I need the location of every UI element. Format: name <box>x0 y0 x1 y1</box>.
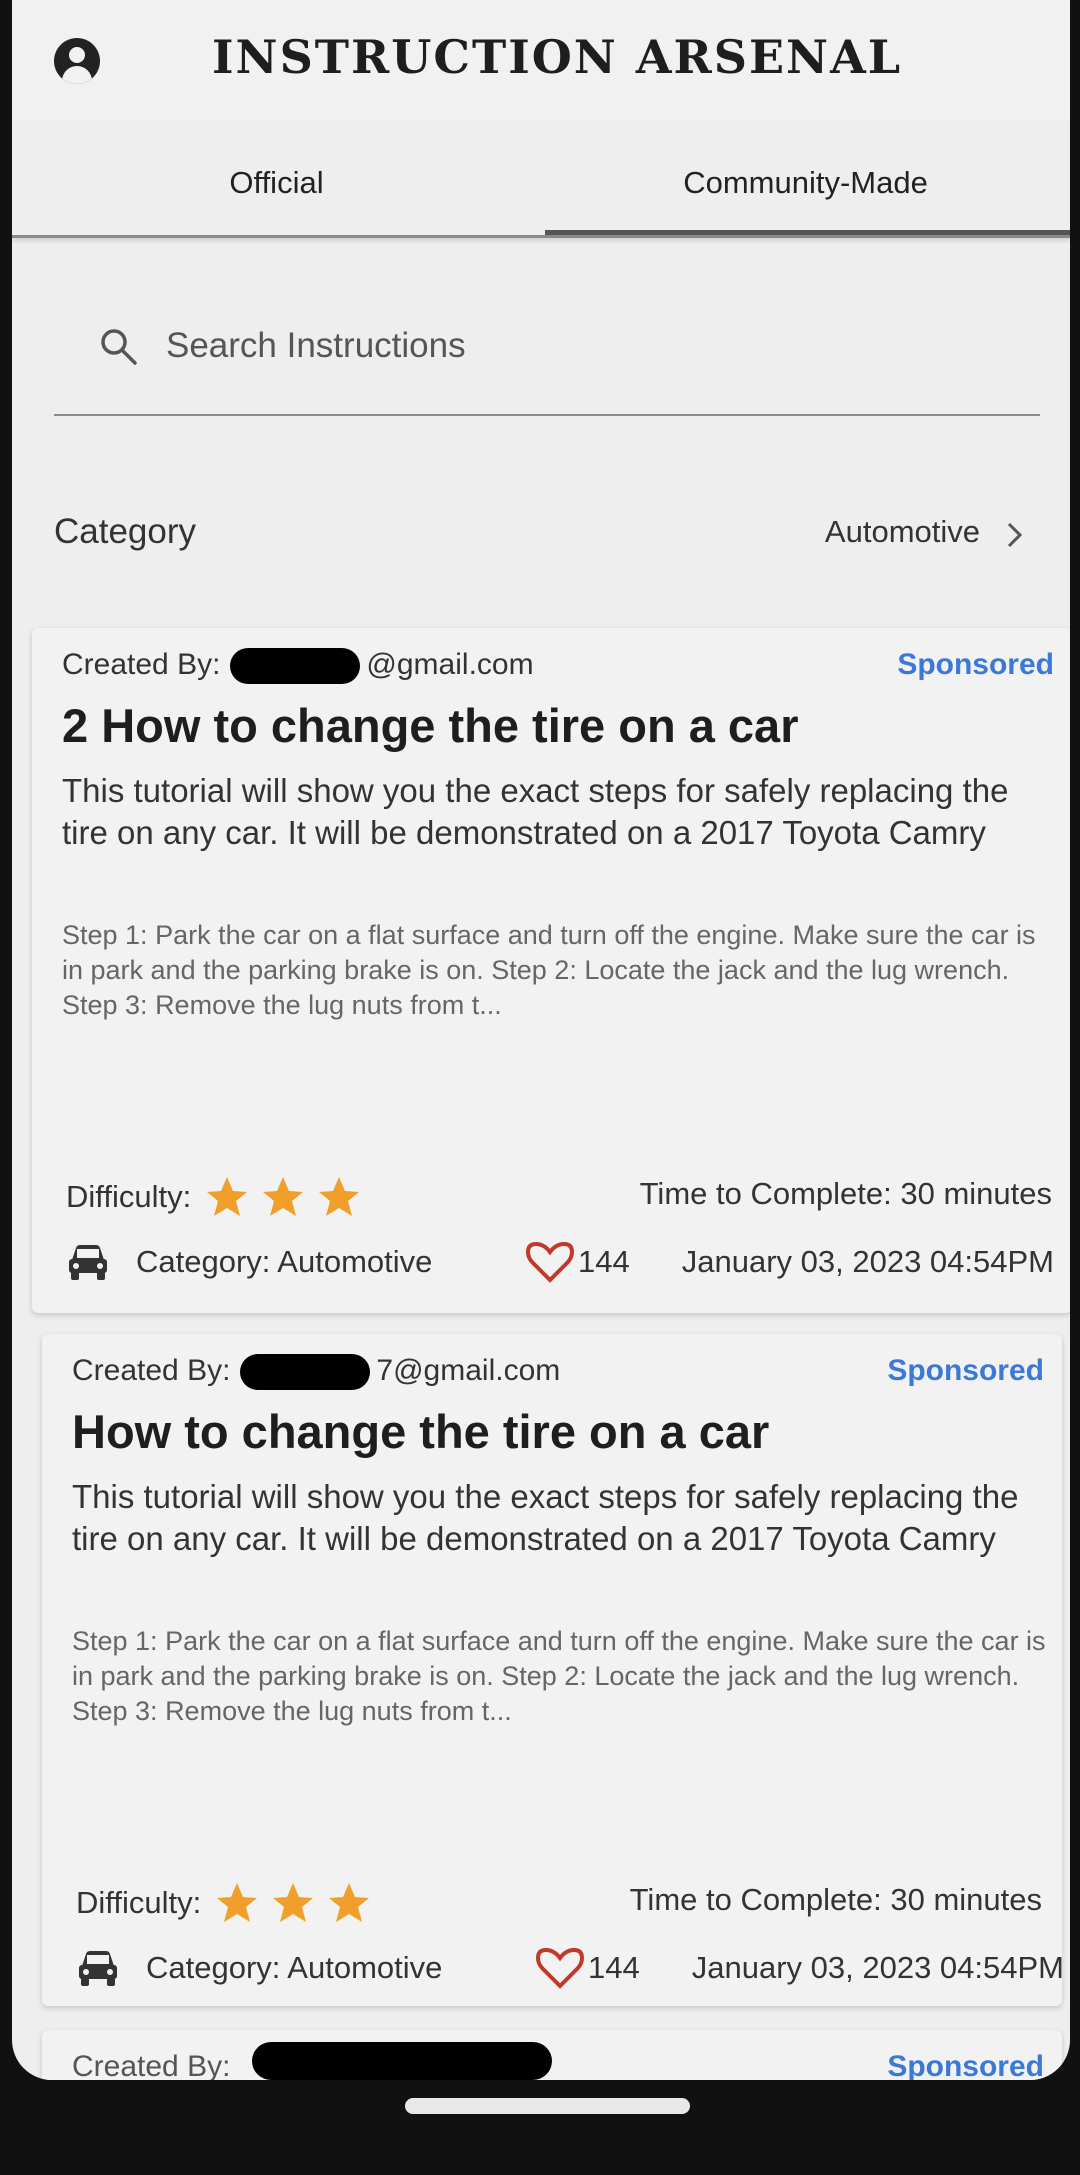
search-bar <box>54 300 1040 416</box>
created-by-label: Created By: <box>62 648 221 681</box>
creator-line: Created By: <box>72 2050 230 2080</box>
tab-indicator <box>545 230 1070 235</box>
difficulty-label: Difficulty: <box>76 1885 202 1920</box>
heart-icon[interactable] <box>536 1944 584 1992</box>
difficulty: Difficulty: <box>66 1173 371 1221</box>
chevron-right-icon <box>1007 522 1023 548</box>
created-by-label: Created By: <box>72 2050 231 2080</box>
email-suffix: 7@gmail.com <box>376 1354 561 1387</box>
instruction-card[interactable]: Created By: 7@gmail.com Sponsored How to … <box>42 1334 1064 2006</box>
creator-line: Created By: @gmail.com <box>62 648 534 685</box>
difficulty-stars <box>203 1173 371 1221</box>
app-title: INSTRUCTION ARSENAL <box>212 30 903 84</box>
instruction-card[interactable]: Created By: @gmail.com Sponsored 2 How to… <box>32 628 1070 1313</box>
created-by-label: Created By: <box>72 1354 231 1387</box>
card-footer: Category: Automotive 144 January 03, 202… <box>76 1944 1070 2000</box>
car-icon <box>69 1245 107 1280</box>
footer-category: Category: Automotive <box>146 1950 443 1985</box>
home-indicator[interactable] <box>405 2098 690 2114</box>
card-title: 2 How to change the tire on a car <box>62 699 799 752</box>
redacted-email <box>230 648 361 685</box>
sponsored-badge: Sponsored <box>897 648 1054 681</box>
app-screen: INSTRUCTION ARSENAL Official Community-M… <box>12 0 1070 2080</box>
difficulty-stars <box>213 1879 381 1927</box>
category-label: Category <box>54 512 197 551</box>
time-to-complete: Time to Complete: 30 minutes <box>629 1882 1042 1917</box>
star-icon <box>319 1177 360 1216</box>
card-steps-preview: Step 1: Park the car on a flat surface a… <box>72 1626 1046 1726</box>
card-steps-preview: Step 1: Park the car on a flat surface a… <box>62 920 1036 1020</box>
category-value: Automotive <box>824 514 980 549</box>
card-description: This tutorial will show you the exact st… <box>62 772 1009 851</box>
category-selector[interactable]: Category Automotive <box>54 500 1040 570</box>
search-icon <box>101 329 137 365</box>
card-description: This tutorial will show you the exact st… <box>72 1478 1019 1557</box>
tab-bar: Official Community-Made <box>12 130 1070 238</box>
likes-count: 144 <box>588 1950 640 1985</box>
sponsored-badge: Sponsored <box>887 1354 1044 1387</box>
card-title: How to change the tire on a car <box>72 1405 770 1458</box>
difficulty: Difficulty: <box>76 1879 381 1927</box>
card-footer: Category: Automotive 144 January 03, 202… <box>66 1238 1066 1294</box>
phone-frame: INSTRUCTION ARSENAL Official Community-M… <box>0 0 1080 2175</box>
star-icon <box>207 1177 248 1216</box>
created-date: January 03, 2023 04:54PM <box>681 1244 1054 1279</box>
star-icon <box>273 1883 314 1922</box>
car-icon <box>79 1951 117 1986</box>
sponsored-badge: Sponsored <box>887 2050 1044 2080</box>
created-date: January 03, 2023 04:54PM <box>691 1950 1064 1985</box>
likes-count: 144 <box>578 1244 630 1279</box>
footer-category: Category: Automotive <box>136 1244 433 1279</box>
profile-icon[interactable] <box>54 38 100 84</box>
time-to-complete: Time to Complete: 30 minutes <box>639 1176 1052 1211</box>
redacted-email <box>252 2042 552 2080</box>
star-icon <box>217 1883 258 1922</box>
search-input[interactable] <box>166 318 986 374</box>
star-icon <box>329 1883 370 1922</box>
tab-community-made[interactable]: Community-Made <box>541 130 1070 235</box>
app-bar: INSTRUCTION ARSENAL <box>12 0 1070 120</box>
instruction-card[interactable]: Created By: Sponsored <box>42 2030 1062 2080</box>
difficulty-label: Difficulty: <box>66 1179 192 1214</box>
email-suffix: @gmail.com <box>366 648 534 681</box>
star-icon <box>263 1177 304 1216</box>
redacted-email <box>240 1354 371 1391</box>
tab-official[interactable]: Official <box>12 130 541 235</box>
heart-icon[interactable] <box>526 1238 574 1286</box>
creator-line: Created By: 7@gmail.com <box>72 1354 561 1391</box>
